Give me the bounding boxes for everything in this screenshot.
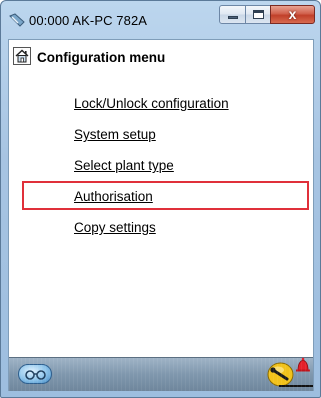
- maximize-button[interactable]: [245, 5, 271, 24]
- title-bar[interactable]: 00:000 AK-PC 782A x: [1, 1, 320, 39]
- app-window: 00:000 AK-PC 782A x Configuration menu L…: [0, 0, 321, 398]
- menu-item-select-plant-type[interactable]: Select plant type: [74, 158, 174, 173]
- window-title: 00:000 AK-PC 782A: [29, 13, 148, 28]
- plant-controller-icon: [9, 13, 25, 27]
- page-title: Configuration menu: [37, 50, 166, 65]
- selection-highlight: [22, 181, 309, 210]
- close-button[interactable]: x: [270, 5, 315, 24]
- keys-icon: [25, 370, 46, 380]
- menu-item-system-setup[interactable]: System setup: [74, 127, 156, 142]
- menu-item-lock-unlock-configuration[interactable]: Lock/Unlock configuration: [74, 96, 229, 111]
- minimize-button[interactable]: [219, 5, 246, 24]
- wrench-icon[interactable]: [267, 362, 294, 387]
- menu-item-authorisation[interactable]: Authorisation: [74, 189, 153, 204]
- client-area: Configuration menu Lock/Unlock configura…: [8, 39, 314, 391]
- keys-button[interactable]: [18, 364, 52, 384]
- close-icon: x: [288, 6, 297, 22]
- menu-item-copy-settings[interactable]: Copy settings: [74, 220, 156, 235]
- alarm-bell-icon[interactable]: [292, 354, 314, 376]
- menu-header: Configuration menu: [9, 40, 313, 78]
- maximize-icon: [253, 10, 264, 19]
- bottom-toolbar: [9, 357, 313, 391]
- home-icon[interactable]: [13, 47, 31, 65]
- minimize-icon: [228, 16, 238, 19]
- alarm-indicator-line: [279, 385, 313, 387]
